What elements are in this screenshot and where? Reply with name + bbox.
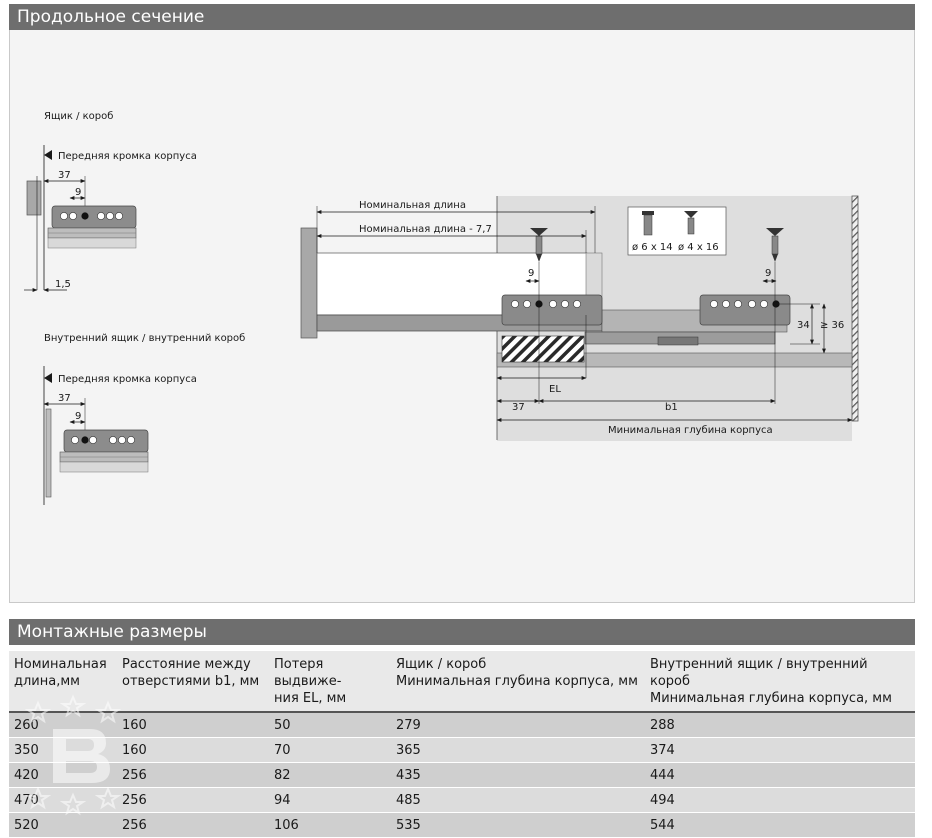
svg-text:37: 37 [58,170,71,181]
hatched-spacer [501,335,585,363]
table-header-row: Номинальная длина,мм Расстояние между отве… [9,651,915,713]
svg-text:37: 37 [512,402,525,413]
cell-box-depth: 535 [391,812,645,838]
svg-text:9: 9 [528,268,534,279]
rear-bracket [699,294,791,326]
svg-text:≥ 36: ≥ 36 [820,320,844,331]
dim-1-5: 1,5 [24,279,71,292]
header-extension-loss: Потеря выдвиже-ния EL, мм [269,651,391,713]
cell-b1: 160 [117,712,269,738]
cell-inner-box-depth: 544 [645,812,915,838]
svg-text:1,5: 1,5 [55,279,71,290]
svg-text:b1: b1 [665,402,678,413]
runner-box-2 [59,429,149,473]
header-box-depth: Ящик / короб Минимальная глубина корпуса,… [391,651,645,713]
cell-box-depth: 279 [391,712,645,738]
cell-b1: 256 [117,787,269,813]
table-row: 470 256 94 485 494 [9,787,915,813]
svg-text:Номинальная длина: Номинальная длина [359,200,466,211]
svg-text:EL: EL [549,384,561,395]
svg-text:34: 34 [797,320,810,331]
screw-6x14-icon [642,211,654,236]
cell-el: 70 [269,737,391,763]
svg-text:9: 9 [75,187,81,198]
screw-1-label: ø 6 x 14 [632,242,673,253]
front-edge-label: Передняя кромка корпуса [58,151,197,162]
table-row: 420 256 82 435 444 [9,762,915,788]
table-row: 520 256 106 535 544 [9,812,915,838]
dim-9-a: 9 [69,187,86,200]
header-hole-distance: Расстояние между отверстиями b1, мм [117,651,269,713]
cell-el: 82 [269,762,391,788]
front-panel [26,180,42,216]
cell-inner-box-depth: 374 [645,737,915,763]
cell-el: 106 [269,812,391,838]
inner-box-label: Внутренний ящик / внутренний короб [44,333,245,344]
front-bracket [501,294,603,326]
cell-box-depth: 435 [391,762,645,788]
svg-text:9: 9 [765,268,771,279]
watermark-logo-icon [24,694,122,816]
mounting-dimensions-table: Номинальная длина,мм Расстояние между отве… [9,651,915,838]
cell-box-depth: 485 [391,787,645,813]
svg-text:Минимальная глубина корпуса: Минимальная глубина корпуса [608,425,773,436]
box-label: Ящик / короб [44,111,113,122]
runner-box-1 [47,205,137,249]
header-inner-box-depth: Внутренний ящик / внутренний короб Минима… [645,651,915,713]
svg-text:37: 37 [58,393,71,404]
cell-inner-box-depth: 288 [645,712,915,738]
cell-inner-box-depth: 494 [645,787,915,813]
svg-text:9: 9 [75,411,81,422]
front-edge-label-2: Передняя кромка корпуса [58,374,197,385]
cell-el: 94 [269,787,391,813]
inner-front-panel [45,408,52,498]
screw-2-label: ø 4 x 16 [678,242,719,253]
cell-b1: 160 [117,737,269,763]
cell-box-depth: 365 [391,737,645,763]
cell-el: 50 [269,712,391,738]
drawer-front [300,227,318,339]
cell-b1: 256 [117,812,269,838]
svg-text:Номинальная длина - 7,7: Номинальная длина - 7,7 [359,224,492,235]
section-header-mounting: Монтажные размеры [9,619,915,645]
table-row: 260 160 50 279 288 [9,712,915,738]
cell-b1: 256 [117,762,269,788]
cell-inner-box-depth: 444 [645,762,915,788]
front-edge-arrow-icon [43,145,52,290]
longitudinal-section-diagram: Ящик / короб Передняя кромка корпуса 37 … [24,111,859,505]
table-row: 350 160 70 365 374 [9,737,915,763]
dim-9-b: 9 [69,411,86,424]
